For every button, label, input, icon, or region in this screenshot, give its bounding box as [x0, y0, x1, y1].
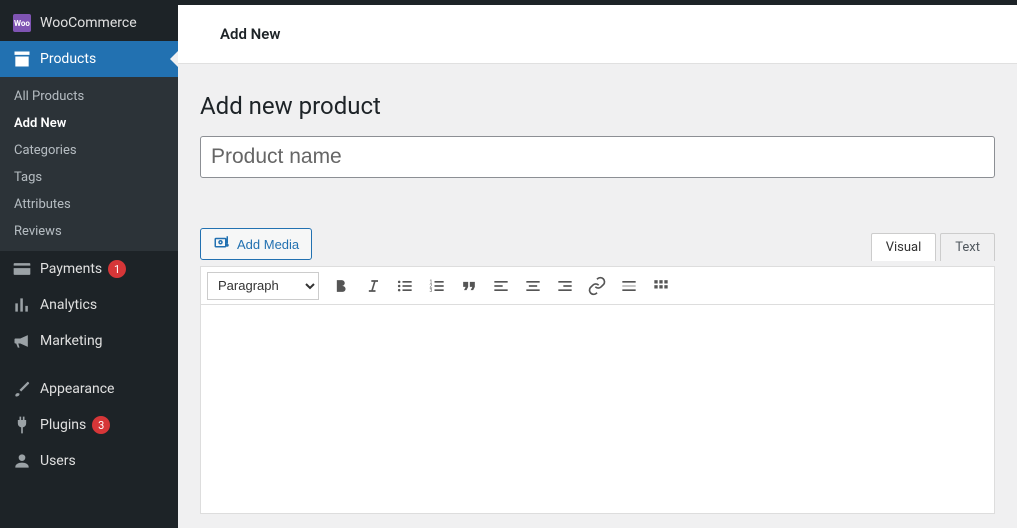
insert-more-button[interactable]	[613, 271, 645, 301]
bulleted-list-button[interactable]	[389, 271, 421, 301]
credit-card-icon	[12, 259, 32, 279]
sidebar-item-label: Analytics	[40, 297, 97, 313]
add-media-label: Add Media	[237, 237, 299, 252]
submenu-attributes[interactable]: Attributes	[0, 191, 178, 218]
editor-content[interactable]	[200, 304, 995, 514]
sidebar-item-label: Plugins	[40, 417, 86, 433]
editor-tabs: Visual Text	[871, 233, 995, 261]
archive-icon	[12, 49, 32, 69]
admin-sidebar: Woo WooCommerce Products All Products Ad…	[0, 5, 178, 528]
align-right-button[interactable]	[549, 271, 581, 301]
blockquote-button[interactable]	[453, 271, 485, 301]
submenu-add-new[interactable]: Add New	[0, 110, 178, 137]
plugins-badge: 3	[92, 416, 110, 434]
sidebar-item-analytics[interactable]: Analytics	[0, 287, 178, 323]
sidebar-item-label: WooCommerce	[40, 15, 137, 31]
page-header: Add New	[178, 5, 1017, 64]
payments-badge: 1	[108, 260, 126, 278]
sidebar-item-label: Payments	[40, 261, 102, 277]
align-center-button[interactable]	[517, 271, 549, 301]
align-left-button[interactable]	[485, 271, 517, 301]
products-submenu: All Products Add New Categories Tags Att…	[0, 77, 178, 251]
numbered-list-button[interactable]: 123	[421, 271, 453, 301]
add-media-button[interactable]: Add Media	[200, 228, 312, 260]
sidebar-item-plugins[interactable]: Plugins 3	[0, 407, 178, 443]
link-button[interactable]	[581, 271, 613, 301]
brush-icon	[12, 379, 32, 399]
toolbar-toggle-button[interactable]	[645, 271, 677, 301]
submenu-tags[interactable]: Tags	[0, 164, 178, 191]
format-select[interactable]: Paragraph	[207, 272, 319, 300]
sidebar-item-label: Users	[40, 453, 76, 469]
page-header-title: Add New	[220, 25, 997, 43]
sidebar-item-products[interactable]: Products	[0, 41, 178, 77]
chart-bar-icon	[12, 295, 32, 315]
woocommerce-icon: Woo	[12, 13, 32, 33]
user-icon	[12, 451, 32, 471]
camera-music-icon	[213, 234, 231, 255]
page-title: Add new product	[200, 92, 995, 120]
sidebar-item-marketing[interactable]: Marketing	[0, 323, 178, 359]
submenu-categories[interactable]: Categories	[0, 137, 178, 164]
tab-text[interactable]: Text	[940, 233, 995, 261]
sidebar-item-woocommerce[interactable]: Woo WooCommerce	[0, 5, 178, 41]
product-name-input[interactable]	[200, 136, 995, 178]
bold-button[interactable]	[325, 271, 357, 301]
italic-button[interactable]	[357, 271, 389, 301]
submenu-reviews[interactable]: Reviews	[0, 218, 178, 245]
svg-text:3: 3	[430, 287, 433, 293]
tab-visual[interactable]: Visual	[871, 233, 937, 261]
editor-toolbar: Paragraph 123	[200, 266, 995, 304]
sidebar-item-label: Products	[40, 51, 96, 67]
sidebar-item-label: Marketing	[40, 333, 103, 349]
megaphone-icon	[12, 331, 32, 351]
sidebar-item-appearance[interactable]: Appearance	[0, 371, 178, 407]
plug-icon	[12, 415, 32, 435]
sidebar-item-label: Appearance	[40, 381, 114, 397]
sidebar-item-users[interactable]: Users	[0, 443, 178, 479]
submenu-all-products[interactable]: All Products	[0, 83, 178, 110]
sidebar-item-payments[interactable]: Payments 1	[0, 251, 178, 287]
